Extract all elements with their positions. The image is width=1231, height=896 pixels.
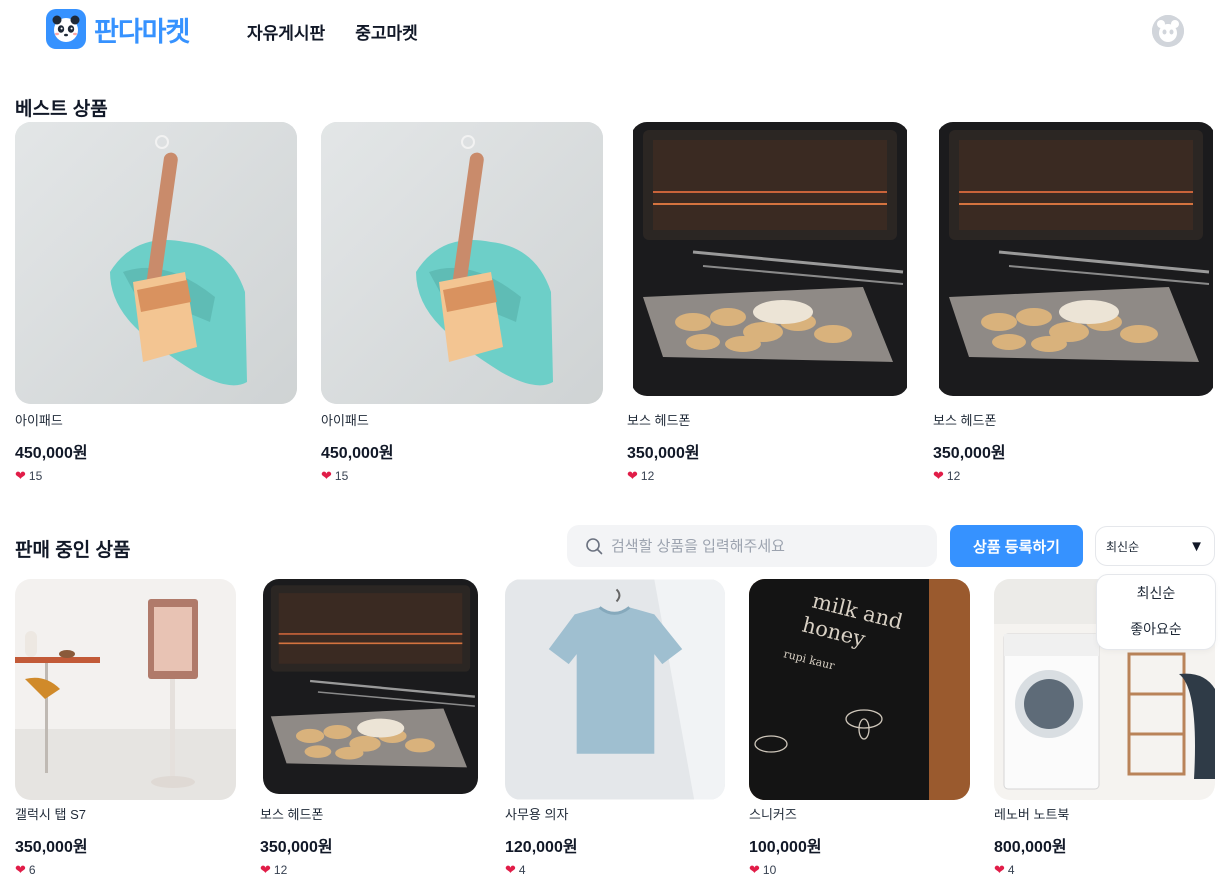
register-product-button[interactable]: 상품 등록하기 (950, 525, 1083, 567)
heart-icon: ❤ (321, 468, 332, 483)
search-bar (567, 525, 937, 567)
like-count: 6 (28, 863, 36, 877)
product-image (631, 122, 909, 396)
nav-free-board[interactable]: 자유게시판 (247, 19, 325, 44)
nav-used-market[interactable]: 중고마켓 (355, 19, 418, 44)
product-card[interactable]: 사무용 의자 120,000원 ❤ 4 (505, 579, 726, 878)
product-card[interactable]: 갤럭시 탭 S7 350,000원 ❤ 6 (15, 579, 236, 878)
main-nav: 자유게시판 중고마켓 (247, 19, 418, 44)
product-likes: ❤ 15 (321, 468, 603, 484)
heart-icon: ❤ (505, 862, 516, 877)
avatar[interactable] (1152, 15, 1184, 47)
panda-logo-icon (46, 9, 86, 49)
best-product-card[interactable]: 아이패드 450,000원 ❤ 15 (321, 122, 603, 484)
product-price: 450,000원 (15, 445, 88, 462)
like-count: 12 (273, 863, 288, 877)
best-product-card[interactable]: 보스 헤드폰 350,000원 ❤ 12 (627, 122, 909, 484)
product-image (505, 579, 725, 800)
product-price: 450,000원 (321, 445, 394, 462)
product-image (263, 579, 478, 794)
product-card[interactable]: 보스 헤드폰 350,000원 ❤ 12 (260, 579, 481, 878)
product-likes: ❤ 4 (994, 862, 1215, 878)
sort-dropdown[interactable]: 최신순 ▼ (1095, 526, 1215, 566)
heart-icon: ❤ (994, 862, 1005, 877)
product-price: 800,000원 (994, 839, 1067, 856)
like-count: 10 (762, 863, 777, 877)
search-input[interactable] (611, 537, 911, 555)
product-name: 보스 헤드폰 (260, 807, 324, 822)
product-name: 사무용 의자 (505, 807, 569, 822)
product-card[interactable]: milk and honey rupi kaur 스니커즈 100,000원 ❤… (749, 579, 970, 878)
product-likes: ❤ 10 (749, 862, 970, 878)
product-likes: ❤ 15 (15, 468, 297, 484)
user-avatar-icon (1152, 15, 1184, 47)
product-price: 350,000원 (627, 445, 700, 462)
product-likes: ❤ 12 (933, 468, 1215, 484)
product-likes: ❤ 12 (260, 862, 481, 878)
product-image: milk and honey rupi kaur (749, 579, 970, 800)
product-name: 보스 헤드폰 (933, 413, 997, 428)
product-price: 100,000원 (749, 839, 822, 856)
search-icon (586, 538, 603, 555)
caret-down-icon: ▼ (1189, 537, 1204, 555)
product-image (937, 122, 1215, 396)
like-count: 12 (640, 469, 655, 483)
like-count: 12 (946, 469, 961, 483)
product-name: 아이패드 (15, 413, 63, 428)
product-likes: ❤ 12 (627, 468, 909, 484)
best-product-card[interactable]: 아이패드 450,000원 ❤ 15 (15, 122, 297, 484)
heart-icon: ❤ (627, 468, 638, 483)
product-name: 보스 헤드폰 (627, 413, 691, 428)
product-image (15, 122, 297, 404)
sort-selected: 최신순 (1106, 539, 1140, 554)
sort-menu: 최신순 좋아요순 (1096, 574, 1216, 650)
like-count: 4 (518, 863, 526, 877)
product-name: 갤럭시 탭 S7 (15, 807, 86, 822)
product-price: 120,000원 (505, 839, 578, 856)
best-section-title: 베스트 상품 (15, 99, 108, 120)
product-price: 350,000원 (15, 839, 88, 856)
selling-section-title: 판매 중인 상품 (15, 540, 131, 561)
sort-option-latest[interactable]: 최신순 (1097, 575, 1215, 611)
header: 판다마켓 자유게시판 중고마켓 (0, 0, 1231, 62)
best-product-card[interactable]: 보스 헤드폰 350,000원 ❤ 12 (933, 122, 1215, 484)
heart-icon: ❤ (15, 862, 26, 877)
product-price: 350,000원 (260, 839, 333, 856)
heart-icon: ❤ (933, 468, 944, 483)
heart-icon: ❤ (749, 862, 760, 877)
logo[interactable]: 판다마켓 (46, 9, 190, 49)
sort-option-likes[interactable]: 좋아요순 (1097, 611, 1215, 647)
product-likes: ❤ 4 (505, 862, 726, 878)
product-likes: ❤ 6 (15, 862, 236, 878)
like-count: 15 (334, 469, 349, 483)
product-price: 350,000원 (933, 445, 1006, 462)
product-name: 스니커즈 (749, 807, 797, 822)
like-count: 15 (28, 469, 43, 483)
heart-icon: ❤ (15, 468, 26, 483)
product-name: 아이패드 (321, 413, 369, 428)
product-name: 레노버 노트북 (994, 807, 1070, 822)
product-image (15, 579, 236, 800)
heart-icon: ❤ (260, 862, 271, 877)
like-count: 4 (1007, 863, 1015, 877)
product-image (321, 122, 603, 404)
logo-text: 판다마켓 (94, 16, 190, 47)
